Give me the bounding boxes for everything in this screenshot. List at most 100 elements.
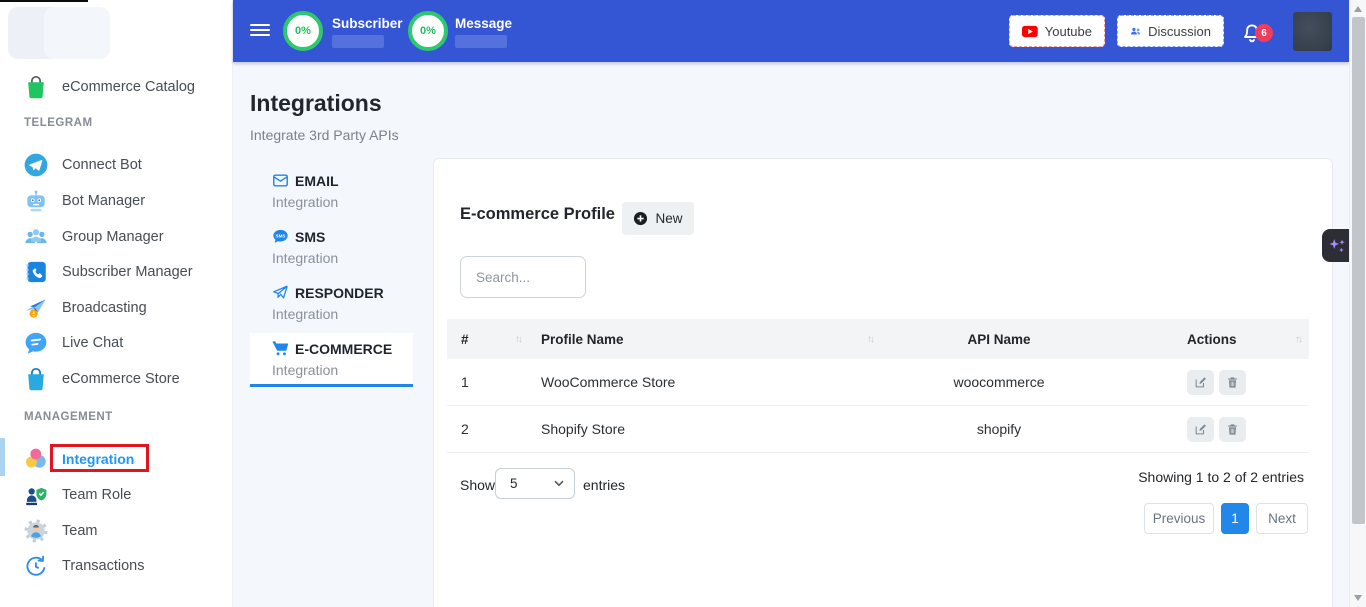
sidebar-item-ecommerce-store[interactable]: eCommerce Store: [23, 366, 223, 392]
sidebar-item-connect-bot[interactable]: Connect Bot: [23, 152, 223, 178]
col-header-api-name[interactable]: API Name: [879, 332, 1119, 347]
tab-email-integration[interactable]: EMAIL Integration: [272, 172, 422, 210]
pagination-page-1[interactable]: 1: [1221, 503, 1249, 534]
sidebar-item-label: Bot Manager: [62, 193, 145, 209]
message-stat-label: Message: [455, 16, 512, 31]
telegram-plane-icon: [23, 152, 49, 178]
tab-subtitle: Integration: [272, 362, 422, 378]
sidebar-item-ecommerce-catalog[interactable]: eCommerce Catalog: [23, 74, 223, 100]
sparkles-icon: [1326, 235, 1348, 257]
entries-label: entries: [583, 477, 625, 493]
gear-user-icon: [23, 518, 49, 544]
color-circles-icon: [23, 446, 49, 472]
shopping-bag-green-icon: [23, 74, 49, 100]
annotation-highlight-box: [50, 444, 149, 472]
tab-subtitle: Integration: [272, 194, 422, 210]
table-header: # ↑↓ Profile Name↑↓ API Name Actions↑↓: [447, 319, 1309, 359]
sidebar-item-label: Team: [62, 523, 97, 539]
svg-text:SMS: SMS: [276, 233, 286, 238]
subscriber-progress-circle: 0%: [283, 11, 323, 51]
sidebar-item-team[interactable]: Team: [23, 518, 223, 544]
tab-title: SMS: [295, 229, 325, 245]
tab-responder-integration[interactable]: RESPONDER Integration: [272, 284, 422, 322]
youtube-button-label: Youtube: [1045, 24, 1092, 39]
cell-profile-name: Shopify Store: [527, 421, 879, 437]
tab-subtitle: Integration: [272, 306, 422, 322]
col-header-num[interactable]: # ↑↓: [447, 332, 527, 347]
sidebar-section-management: MANAGEMENT: [24, 411, 113, 423]
subscriber-stat-label: Subscriber: [332, 16, 403, 31]
sidebar-item-label: Transactions: [62, 558, 144, 574]
delete-button[interactable]: [1219, 370, 1246, 395]
sidebar-item-subscriber-manager[interactable]: Subscriber Manager: [23, 259, 223, 285]
youtube-icon: [1022, 24, 1038, 39]
youtube-button[interactable]: Youtube: [1009, 15, 1105, 47]
sidebar-item-live-chat[interactable]: Live Chat: [23, 330, 223, 356]
message-stat-redacted: [455, 35, 507, 48]
sidebar: eCommerce Catalog TELEGRAM Connect Bot B…: [0, 0, 233, 607]
sidebar-item-bot-manager[interactable]: Bot Manager: [23, 188, 223, 214]
app-root: eCommerce Catalog TELEGRAM Connect Bot B…: [0, 0, 1366, 607]
discussion-button-label: Discussion: [1148, 24, 1211, 39]
avatar[interactable]: [1293, 12, 1332, 51]
table-row: 1 WooCommerce Store woocommerce: [447, 359, 1309, 406]
page-size-select[interactable]: 5: [495, 468, 575, 499]
sidebar-item-label: Broadcasting: [62, 300, 147, 316]
scrollbar-thumb[interactable]: [1352, 17, 1365, 524]
col-label: #: [461, 332, 469, 347]
cell-api-name: shopify: [879, 421, 1119, 437]
shopping-cart-icon: [272, 340, 289, 357]
showing-info: Showing 1 to 2 of 2 entries: [1138, 469, 1304, 485]
search-input[interactable]: [460, 256, 586, 298]
sidebar-item-team-role[interactable]: Team Role: [23, 482, 223, 508]
sidebar-item-label: Connect Bot: [62, 157, 142, 173]
notification-count-badge[interactable]: 6: [1255, 24, 1273, 42]
broadcast-plane-icon: [23, 295, 49, 321]
cell-num: 1: [447, 374, 527, 390]
sidebar-item-label: Live Chat: [62, 335, 123, 351]
chevron-down-icon: [554, 480, 564, 487]
contact-book-icon: [23, 259, 49, 285]
edit-button[interactable]: [1187, 370, 1214, 395]
col-header-profile-name[interactable]: Profile Name↑↓: [527, 332, 879, 347]
scrollbar-down-arrow[interactable]: [1354, 595, 1362, 601]
ai-assistant-fab[interactable]: [1322, 229, 1352, 262]
active-item-indicator: [0, 438, 5, 476]
user-group-icon: [23, 224, 49, 250]
cell-actions: [1119, 370, 1309, 395]
cell-api-name: woocommerce: [879, 374, 1119, 390]
tab-sms-integration[interactable]: SMS SMS Integration: [272, 228, 422, 266]
message-percent: 0%: [420, 25, 436, 37]
history-clock-icon: [23, 553, 49, 579]
tab-title: RESPONDER: [295, 285, 384, 301]
sort-icon: ↑↓: [867, 334, 879, 345]
delete-button[interactable]: [1219, 417, 1246, 442]
new-button-label: New: [655, 211, 682, 226]
page-title: Integrations: [250, 90, 382, 117]
table-row: 2 Shopify Store shopify: [447, 406, 1309, 453]
sort-icon: ↑↓: [515, 334, 527, 345]
sidebar-item-group-manager[interactable]: Group Manager: [23, 224, 223, 250]
hamburger-menu-icon[interactable]: [250, 24, 270, 36]
tab-title: EMAIL: [295, 173, 339, 189]
tab-ecommerce-integration[interactable]: E-COMMERCE Integration: [272, 340, 422, 378]
vertical-scrollbar[interactable]: [1349, 0, 1366, 607]
message-progress-circle: 0%: [408, 11, 448, 51]
sidebar-item-broadcasting[interactable]: Broadcasting: [23, 295, 223, 321]
cell-profile-name: WooCommerce Store: [527, 374, 879, 390]
show-label: Show: [460, 477, 495, 493]
pagination-previous[interactable]: Previous: [1144, 503, 1214, 534]
new-button[interactable]: New: [622, 202, 694, 235]
sidebar-item-transactions[interactable]: Transactions: [23, 553, 223, 579]
paper-plane-icon: [272, 284, 289, 301]
sms-bubble-icon: SMS: [272, 228, 289, 245]
pagination-next[interactable]: Next: [1256, 503, 1308, 534]
users-icon: [1130, 23, 1141, 39]
sidebar-section-telegram: TELEGRAM: [24, 117, 93, 129]
col-label: API Name: [967, 332, 1030, 347]
discussion-button[interactable]: Discussion: [1117, 15, 1224, 47]
edit-button[interactable]: [1187, 417, 1214, 442]
col-header-actions[interactable]: Actions↑↓: [1119, 332, 1309, 347]
scrollbar-up-arrow[interactable]: [1354, 6, 1362, 12]
robot-icon: [23, 188, 49, 214]
